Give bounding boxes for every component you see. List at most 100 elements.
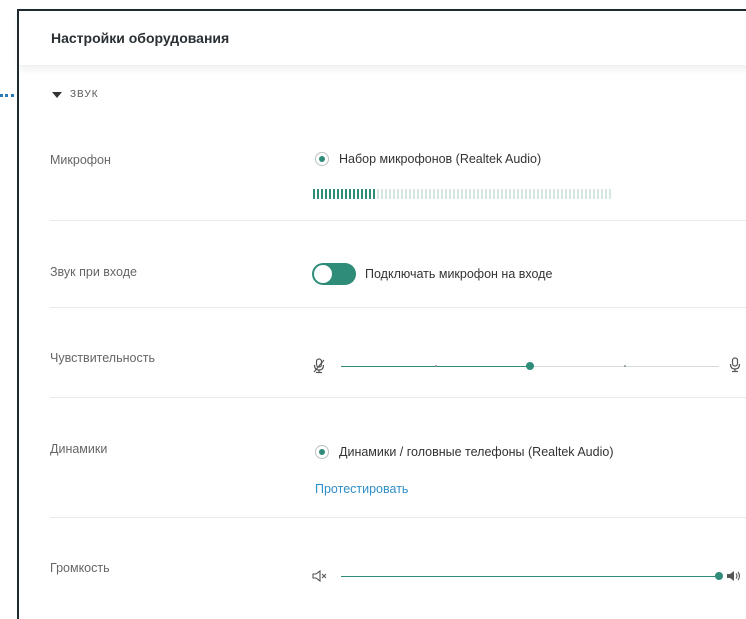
meter-segment bbox=[601, 189, 603, 199]
meter-segment bbox=[593, 189, 595, 199]
mic-muted-icon bbox=[313, 358, 325, 379]
meter-segment bbox=[445, 189, 447, 199]
meter-segment bbox=[325, 189, 327, 199]
meter-segment bbox=[489, 189, 491, 199]
meter-segment bbox=[321, 189, 323, 199]
test-speakers-link[interactable]: Протестировать bbox=[315, 482, 408, 496]
meter-segment bbox=[545, 189, 547, 199]
microphone-option[interactable]: Набор микрофонов (Realtek Audio) bbox=[315, 152, 541, 166]
meter-segment bbox=[357, 189, 359, 199]
speakers-label: Динамики bbox=[50, 442, 108, 456]
meter-segment bbox=[465, 189, 467, 199]
slider-thumb[interactable] bbox=[526, 362, 534, 370]
meter-segment bbox=[437, 189, 439, 199]
meter-segment bbox=[509, 189, 511, 199]
meter-segment bbox=[557, 189, 559, 199]
slider-tick bbox=[624, 365, 626, 367]
meter-segment bbox=[561, 189, 563, 199]
speakers-device-name: Динамики / головные телефоны (Realtek Au… bbox=[339, 445, 614, 459]
divider bbox=[50, 307, 746, 308]
meter-segment bbox=[425, 189, 427, 199]
slider-fill bbox=[341, 576, 719, 577]
divider bbox=[50, 220, 746, 221]
meter-segment bbox=[533, 189, 535, 199]
microphone-level-meter bbox=[313, 189, 611, 199]
hardware-settings-panel: Настройки оборудования ЗВУК Микрофон Наб… bbox=[17, 9, 746, 619]
toggle-knob bbox=[314, 265, 332, 283]
meter-segment bbox=[605, 189, 607, 199]
meter-segment bbox=[341, 189, 343, 199]
meter-segment bbox=[537, 189, 539, 199]
radio-selected[interactable] bbox=[315, 152, 329, 166]
meter-segment bbox=[393, 189, 395, 199]
microphone-label: Микрофон bbox=[50, 153, 111, 167]
meter-segment bbox=[329, 189, 331, 199]
meter-segment bbox=[389, 189, 391, 199]
sensitivity-label: Чувствительность bbox=[50, 351, 155, 365]
meter-segment bbox=[597, 189, 599, 199]
meter-segment bbox=[333, 189, 335, 199]
meter-segment bbox=[457, 189, 459, 199]
meter-segment bbox=[469, 189, 471, 199]
meter-segment bbox=[569, 189, 571, 199]
meter-segment bbox=[513, 189, 515, 199]
page-title: Настройки оборудования bbox=[51, 30, 230, 46]
meter-segment bbox=[369, 189, 371, 199]
meter-segment bbox=[529, 189, 531, 199]
meter-segment bbox=[405, 189, 407, 199]
meter-segment bbox=[441, 189, 443, 199]
meter-segment bbox=[577, 189, 579, 199]
meter-segment bbox=[401, 189, 403, 199]
meter-segment bbox=[477, 189, 479, 199]
meter-segment bbox=[397, 189, 399, 199]
meter-segment bbox=[541, 189, 543, 199]
speakers-option[interactable]: Динамики / головные телефоны (Realtek Au… bbox=[315, 445, 613, 459]
meter-segment bbox=[433, 189, 435, 199]
meter-segment bbox=[573, 189, 575, 199]
meter-segment bbox=[461, 189, 463, 199]
meter-segment bbox=[429, 189, 431, 199]
microphone-device-name: Набор микрофонов (Realtek Audio) bbox=[339, 152, 542, 166]
speaker-loud-icon bbox=[726, 569, 742, 587]
meter-segment bbox=[381, 189, 383, 199]
volume-slider[interactable] bbox=[341, 570, 723, 584]
meter-segment bbox=[421, 189, 423, 199]
meter-segment bbox=[365, 189, 367, 199]
divider bbox=[50, 397, 746, 398]
meter-segment bbox=[585, 189, 587, 199]
meter-segment bbox=[501, 189, 503, 199]
join-sound-label: Звук при входе bbox=[50, 265, 137, 279]
meter-segment bbox=[317, 189, 319, 199]
meter-segment bbox=[337, 189, 339, 199]
radio-selected[interactable] bbox=[315, 445, 329, 459]
slider-tick bbox=[435, 365, 437, 367]
divider bbox=[50, 517, 746, 518]
slider-thumb[interactable] bbox=[715, 572, 723, 580]
meter-segment bbox=[525, 189, 527, 199]
meter-segment bbox=[473, 189, 475, 199]
sensitivity-slider[interactable] bbox=[341, 360, 719, 374]
meter-segment bbox=[353, 189, 355, 199]
meter-segment bbox=[589, 189, 591, 199]
meter-segment bbox=[413, 189, 415, 199]
meter-segment bbox=[349, 189, 351, 199]
join-mic-toggle-label: Подключать микрофон на входе bbox=[365, 267, 553, 281]
meter-segment bbox=[345, 189, 347, 199]
meter-segment bbox=[521, 189, 523, 199]
meter-segment bbox=[485, 189, 487, 199]
meter-segment bbox=[361, 189, 363, 199]
meter-segment bbox=[565, 189, 567, 199]
join-mic-toggle[interactable] bbox=[312, 263, 356, 285]
meter-segment bbox=[409, 189, 411, 199]
meter-segment bbox=[481, 189, 483, 199]
meter-segment bbox=[505, 189, 507, 199]
meter-segment bbox=[609, 189, 611, 199]
meter-segment bbox=[373, 189, 375, 199]
meter-segment bbox=[313, 189, 315, 199]
meter-segment bbox=[417, 189, 419, 199]
section-toggle-sound[interactable]: ЗВУК bbox=[52, 89, 99, 100]
speaker-muted-icon bbox=[312, 569, 328, 587]
mic-icon bbox=[729, 357, 741, 378]
triangle-down-icon bbox=[52, 91, 62, 98]
meter-segment bbox=[453, 189, 455, 199]
